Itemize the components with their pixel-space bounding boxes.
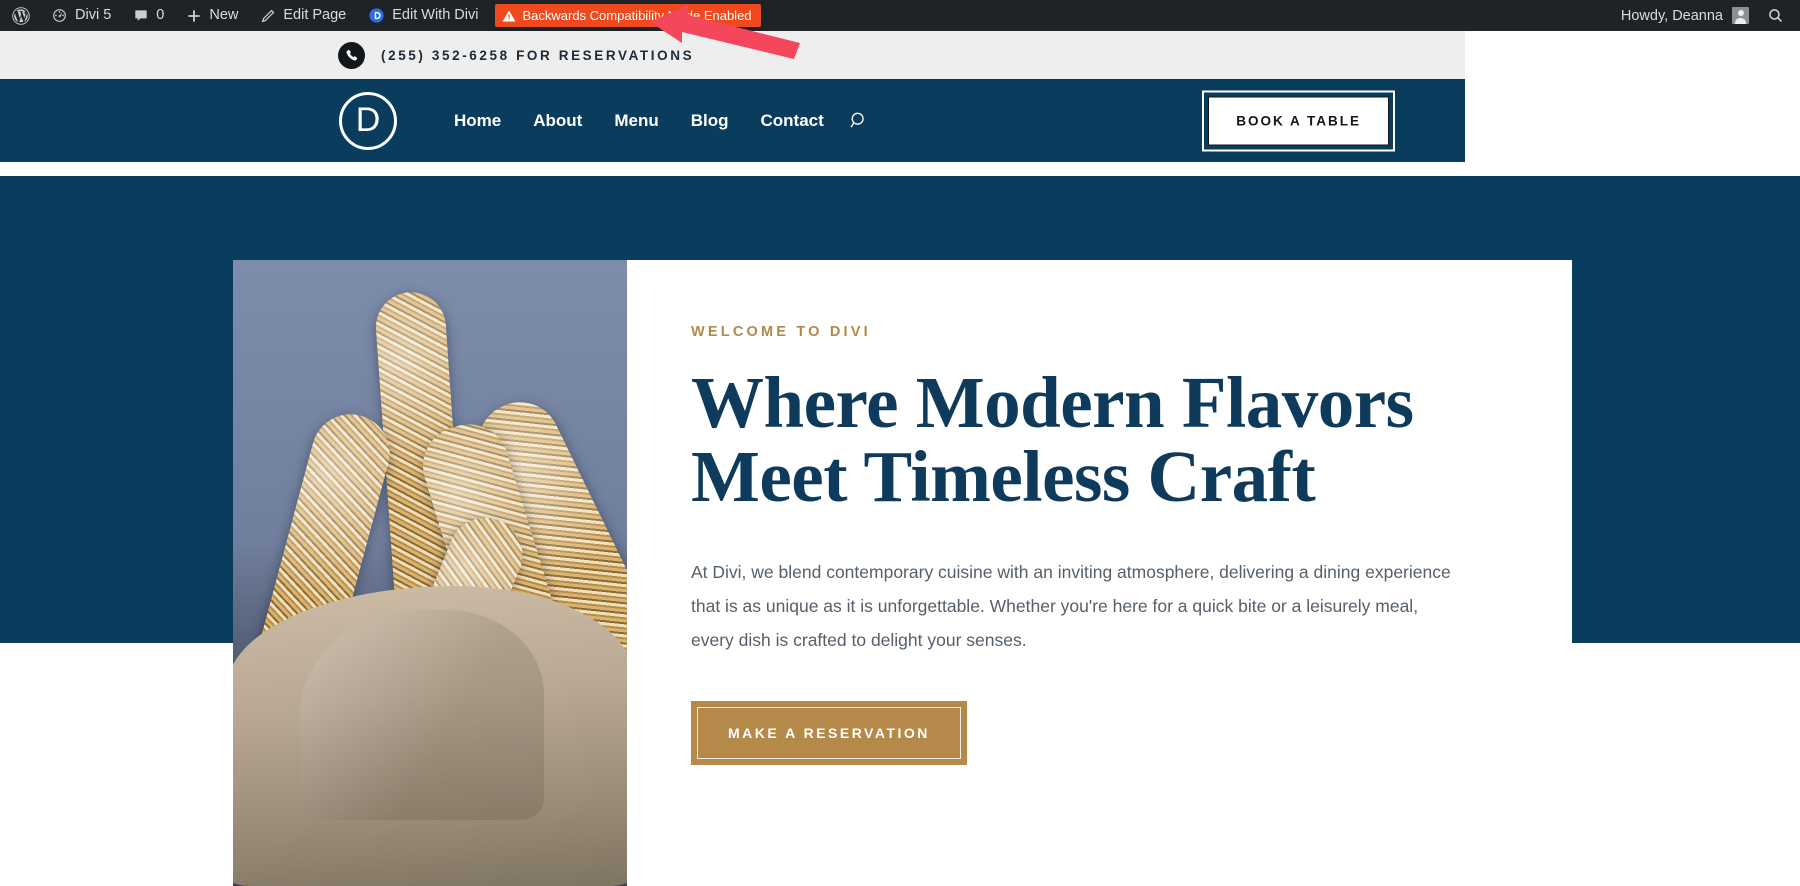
- admin-bar-edit-page-label: Edit Page: [283, 7, 347, 24]
- reservations-phone-text: (255) 352-6258 FOR RESERVATIONS: [381, 47, 695, 63]
- admin-bar-site-name[interactable]: Divi 5: [40, 0, 122, 31]
- admin-bar-new-content[interactable]: New: [175, 0, 249, 31]
- warning-triangle-icon: [502, 9, 516, 23]
- nav-link-about[interactable]: About: [517, 111, 598, 131]
- page-title: Where Modern Flavors Meet Timeless Craft: [691, 365, 1476, 518]
- hero-title-line-1: Where Modern Flavors: [691, 362, 1414, 443]
- nav-link-menu[interactable]: Menu: [598, 111, 674, 131]
- browser-page: Divi 5 0 New Edit Page Edit With Divi Ba…: [0, 0, 1800, 886]
- hero-paragraph: At Divi, we blend contemporary cuisine w…: [691, 561, 1451, 651]
- plus-icon: [186, 8, 202, 24]
- divi-circle-logo-icon[interactable]: D: [339, 91, 397, 150]
- admin-bar-site-name-label: Divi 5: [75, 7, 112, 24]
- admin-bar-right-group: Howdy, Deanna: [1607, 7, 1800, 24]
- primary-menu: Home About Menu Blog Contact: [438, 110, 869, 131]
- nav-link-contact[interactable]: Contact: [745, 111, 840, 131]
- admin-bar-wordpress-logo[interactable]: [0, 0, 40, 31]
- hero-text-column: WELCOME TO DIVI Where Modern Flavors Mee…: [627, 260, 1572, 886]
- site-top-bar: (255) 352-6258 FOR RESERVATIONS: [0, 31, 1465, 79]
- wordpress-admin-bar: Divi 5 0 New Edit Page Edit With Divi Ba…: [0, 0, 1800, 31]
- phone-icon: [338, 41, 365, 69]
- divi-d-icon: [368, 7, 385, 24]
- admin-bar-comment-count: 0: [156, 7, 165, 24]
- search-icon: [850, 112, 864, 128]
- dashboard-speedometer-icon: [51, 7, 68, 24]
- admin-bar-edit-with-divi[interactable]: Edit With Divi: [357, 0, 489, 31]
- user-avatar-icon: [1732, 7, 1749, 24]
- nav-link-home[interactable]: Home: [438, 111, 517, 131]
- hero-title-line-2: Meet Timeless Craft: [691, 436, 1316, 518]
- backwards-compatibility-badge-label: Backwards Compatibility Mode Enabled: [522, 8, 752, 23]
- admin-bar-edit-with-divi-label: Edit With Divi: [392, 7, 479, 24]
- make-a-reservation-button[interactable]: MAKE A RESERVATION: [691, 701, 967, 766]
- admin-bar-account-menu[interactable]: Howdy, Deanna: [1607, 7, 1759, 24]
- wordpress-logo-icon: [11, 6, 31, 26]
- site-navigation-bar: D Home About Menu Blog Contact BOOK A TA…: [0, 79, 1465, 162]
- nav-link-blog[interactable]: Blog: [675, 111, 745, 131]
- comment-bubble-icon: [133, 8, 149, 24]
- make-a-reservation-label: MAKE A RESERVATION: [697, 707, 961, 760]
- admin-bar-new-label: New: [209, 7, 239, 24]
- paper-bag: [233, 586, 627, 886]
- book-a-table-button[interactable]: BOOK A TABLE: [1202, 90, 1395, 151]
- hero-eyebrow: WELCOME TO DIVI: [691, 324, 871, 340]
- logo-letter: D: [355, 100, 381, 139]
- reservations-phone-block[interactable]: (255) 352-6258 FOR RESERVATIONS: [338, 41, 695, 69]
- nav-search-button[interactable]: [848, 110, 869, 131]
- admin-bar-edit-page[interactable]: Edit Page: [249, 0, 357, 31]
- admin-bar-search-button[interactable]: [1759, 7, 1800, 24]
- book-a-table-label: BOOK A TABLE: [1208, 96, 1389, 145]
- hero-card: WELCOME TO DIVI Where Modern Flavors Mee…: [233, 260, 1572, 886]
- search-icon: [1769, 9, 1782, 22]
- seeded-breadsticks-photo: [233, 260, 627, 886]
- backwards-compatibility-badge[interactable]: Backwards Compatibility Mode Enabled: [495, 4, 761, 27]
- admin-bar-comments[interactable]: 0: [122, 0, 175, 31]
- pencil-icon: [260, 8, 276, 24]
- howdy-label: Howdy, Deanna: [1620, 7, 1723, 24]
